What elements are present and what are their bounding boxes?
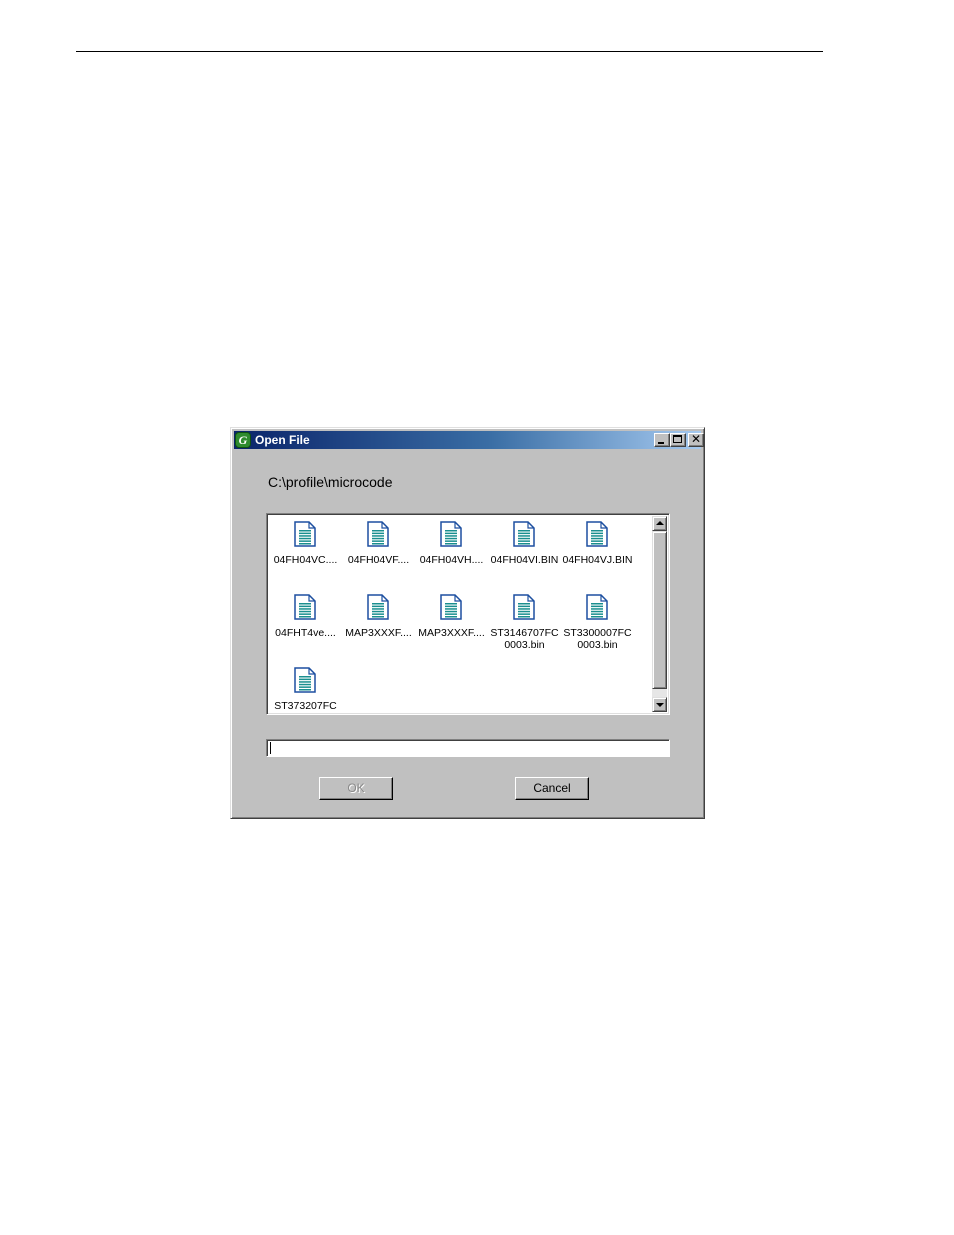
- file-name-label: MAP3XXXF....: [345, 627, 412, 639]
- arrow-down-icon: [656, 703, 664, 707]
- maximize-icon: [673, 435, 682, 443]
- app-logo-icon: G: [235, 432, 251, 448]
- scroll-up-button[interactable]: [652, 516, 667, 531]
- file-name-label: 04FHT4ve....: [275, 627, 336, 639]
- file-item[interactable]: 04FH04VI.BIN: [488, 517, 561, 579]
- document-icon: [294, 521, 316, 547]
- document-icon: [367, 521, 389, 547]
- document-icon: [294, 594, 316, 620]
- scroll-thumb[interactable]: [652, 531, 667, 689]
- window-title: Open File: [255, 433, 310, 447]
- open-file-dialog: G Open File ✕ C:\profile\microcode 04FH0…: [230, 427, 705, 819]
- maximize-button[interactable]: [670, 433, 686, 447]
- file-name-label: 04FH04VI.BIN: [490, 554, 559, 566]
- minimize-button[interactable]: [654, 433, 670, 447]
- document-icon: [586, 521, 608, 547]
- file-name-label: ST3146707FC 0003.bin: [490, 627, 559, 651]
- file-name-label: 04FH04VH....: [419, 554, 484, 566]
- file-item[interactable]: ST373207FC 0003.bin: [269, 663, 342, 712]
- file-name-label: 04FH04VJ.BIN: [562, 554, 633, 566]
- file-item[interactable]: 04FHT4ve....: [269, 590, 342, 652]
- file-name-label: MAP3XXXF....: [418, 627, 485, 639]
- text-caret: [270, 742, 271, 754]
- current-path-label: C:\profile\microcode: [268, 474, 393, 490]
- document-icon: [586, 594, 608, 620]
- file-item[interactable]: 04FH04VH....: [415, 517, 488, 579]
- file-item[interactable]: MAP3XXXF....: [342, 590, 415, 652]
- file-item[interactable]: ST3146707FC 0003.bin: [488, 590, 561, 652]
- file-name-label: 04FH04VC....: [273, 554, 338, 566]
- document-icon: [513, 594, 535, 620]
- filename-input[interactable]: [266, 739, 670, 757]
- arrow-up-icon: [656, 521, 664, 525]
- file-list-view[interactable]: 04FH04VC.... 04FH04VF.... 04FH04VH.... 04FH…: [266, 513, 670, 715]
- ok-button[interactable]: OK: [319, 777, 393, 800]
- cancel-button[interactable]: Cancel: [515, 777, 589, 800]
- document-icon: [513, 521, 535, 547]
- file-name-label: ST373207FC 0003.bin: [274, 700, 337, 712]
- file-name-label: 04FH04VF....: [347, 554, 410, 566]
- scroll-down-button[interactable]: [652, 697, 667, 712]
- close-button[interactable]: ✕: [688, 432, 704, 447]
- file-item[interactable]: 04FH04VC....: [269, 517, 342, 579]
- page-header-rule: [76, 51, 823, 52]
- document-icon: [440, 594, 462, 620]
- file-name-label: ST3300007FC 0003.bin: [563, 627, 632, 651]
- document-icon: [440, 521, 462, 547]
- document-icon: [294, 667, 316, 693]
- close-icon: ✕: [690, 432, 702, 446]
- file-item[interactable]: ST3300007FC 0003.bin: [561, 590, 634, 652]
- file-item[interactable]: MAP3XXXF....: [415, 590, 488, 652]
- file-grid: 04FH04VC.... 04FH04VF.... 04FH04VH.... 04FH…: [269, 516, 653, 712]
- vertical-scrollbar[interactable]: [652, 516, 667, 712]
- title-bar[interactable]: G Open File ✕: [234, 431, 704, 449]
- file-item[interactable]: 04FH04VJ.BIN: [561, 517, 634, 579]
- document-icon: [367, 594, 389, 620]
- file-item[interactable]: 04FH04VF....: [342, 517, 415, 579]
- minimize-icon: [658, 442, 664, 444]
